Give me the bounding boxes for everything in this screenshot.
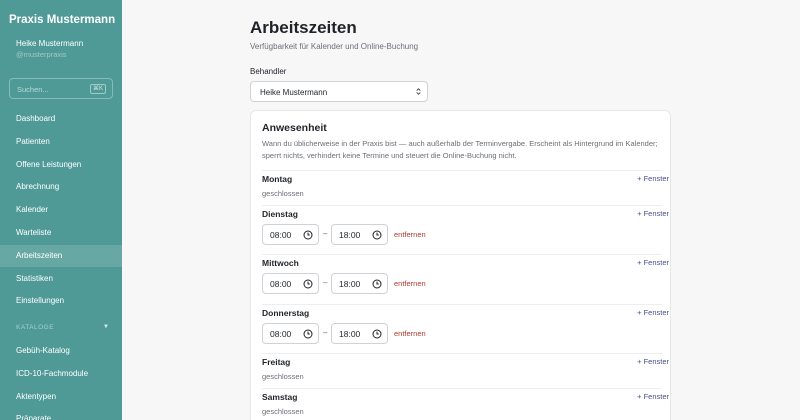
day-name: Mittwoch — [262, 258, 299, 268]
sidebar-item-statistiken[interactable]: Statistiken — [0, 268, 122, 290]
end-time-value: 18:00 — [339, 279, 361, 289]
day-name: Montag — [262, 174, 293, 184]
caret-down-icon[interactable]: ▼ — [103, 324, 109, 330]
sidebar-item-dashboard[interactable]: Dashboard — [0, 108, 122, 130]
practitioner-select-value: Heike Mustermann — [260, 88, 328, 97]
end-time-input[interactable]: 18:00 — [331, 273, 388, 294]
search-placeholder: Suchen... — [17, 85, 49, 94]
day-name: Freitag — [262, 357, 291, 367]
range-dash: – — [323, 328, 328, 337]
sidebar-item-kalender[interactable]: Kalender — [0, 199, 122, 221]
end-time-value: 18:00 — [339, 329, 361, 339]
user-name: Heike Mustermann — [16, 39, 84, 48]
start-time-value: 08:00 — [270, 279, 292, 289]
divider — [262, 353, 662, 354]
practice-name[interactable]: Praxis Mustermann — [9, 14, 115, 26]
sidebar-item-offene-leistungen[interactable]: Offene Leistungen — [0, 154, 122, 176]
sidebar-item-praeparate[interactable]: Präparate — [0, 408, 122, 420]
remove-window-link[interactable]: entfernen — [394, 329, 426, 338]
clock-icon[interactable] — [372, 329, 382, 339]
page-title: Arbeitszeiten — [250, 18, 357, 37]
sidebar-item-patienten[interactable]: Patienten — [0, 131, 122, 153]
add-window-link[interactable]: + Fenster — [637, 209, 669, 218]
section-heading-kataloge[interactable]: KATALOGE — [16, 324, 54, 331]
clock-icon[interactable] — [372, 279, 382, 289]
clock-icon[interactable] — [303, 230, 313, 240]
start-time-input[interactable]: 08:00 — [262, 224, 319, 245]
user-handle: @musterpraxis — [16, 50, 67, 59]
sidebar-item-gebueh-katalog[interactable]: Gebüh-Katalog — [0, 340, 122, 362]
sidebar-item-arbeitszeiten[interactable]: Arbeitszeiten — [0, 245, 122, 267]
closed-label: geschlossen — [262, 372, 304, 381]
clock-icon[interactable] — [372, 230, 382, 240]
end-time-input[interactable]: 18:00 — [331, 323, 388, 344]
remove-window-link[interactable]: entfernen — [394, 230, 426, 239]
divider — [262, 205, 662, 206]
closed-label: geschlossen — [262, 407, 304, 416]
range-dash: – — [323, 229, 328, 238]
day-name: Samstag — [262, 392, 298, 402]
practitioner-label: Behandler — [250, 67, 287, 76]
remove-window-link[interactable]: entfernen — [394, 279, 426, 288]
sidebar-item-abrechnung[interactable]: Abrechnung — [0, 176, 122, 198]
divider — [262, 254, 662, 255]
end-time-input[interactable]: 18:00 — [331, 224, 388, 245]
clock-icon[interactable] — [303, 329, 313, 339]
sidebar-item-aktentypen[interactable]: Aktentypen — [0, 386, 122, 408]
sidebar-item-icd-10-fachmodule[interactable]: ICD-10-Fachmodule — [0, 363, 122, 385]
card-description: Wann du üblicherweise in der Praxis bist… — [262, 139, 658, 160]
divider — [262, 388, 662, 389]
add-window-link[interactable]: + Fenster — [637, 174, 669, 183]
divider — [262, 170, 662, 171]
range-dash: – — [323, 278, 328, 287]
add-window-link[interactable]: + Fenster — [637, 308, 669, 317]
start-time-input[interactable]: 08:00 — [262, 323, 319, 344]
end-time-value: 18:00 — [339, 230, 361, 240]
divider — [262, 304, 662, 305]
sidebar-item-warteliste[interactable]: Warteliste — [0, 222, 122, 244]
add-window-link[interactable]: + Fenster — [637, 357, 669, 366]
page-subtitle: Verfügbarkeit für Kalender und Online-Bu… — [250, 42, 419, 51]
add-window-link[interactable]: + Fenster — [637, 392, 669, 401]
search-input[interactable]: Suchen... ⌘K — [9, 78, 113, 99]
day-name: Donnerstag — [262, 308, 310, 318]
search-shortcut-badge: ⌘K — [89, 84, 106, 94]
clock-icon[interactable] — [303, 279, 313, 289]
card-title: Anwesenheit — [262, 122, 327, 134]
add-window-link[interactable]: + Fenster — [637, 258, 669, 267]
start-time-input[interactable]: 08:00 — [262, 273, 319, 294]
presence-card: Anwesenheit Wann du üblicherweise in der… — [250, 110, 671, 420]
start-time-value: 08:00 — [270, 329, 292, 339]
closed-label: geschlossen — [262, 189, 304, 198]
start-time-value: 08:00 — [270, 230, 292, 240]
chevron-updown-icon — [416, 88, 421, 95]
practitioner-select[interactable]: Heike Mustermann — [250, 81, 428, 102]
day-name: Dienstag — [262, 209, 298, 219]
sidebar: Praxis Mustermann Heike Mustermann @must… — [0, 0, 122, 420]
sidebar-item-einstellungen[interactable]: Einstellungen — [0, 290, 122, 312]
